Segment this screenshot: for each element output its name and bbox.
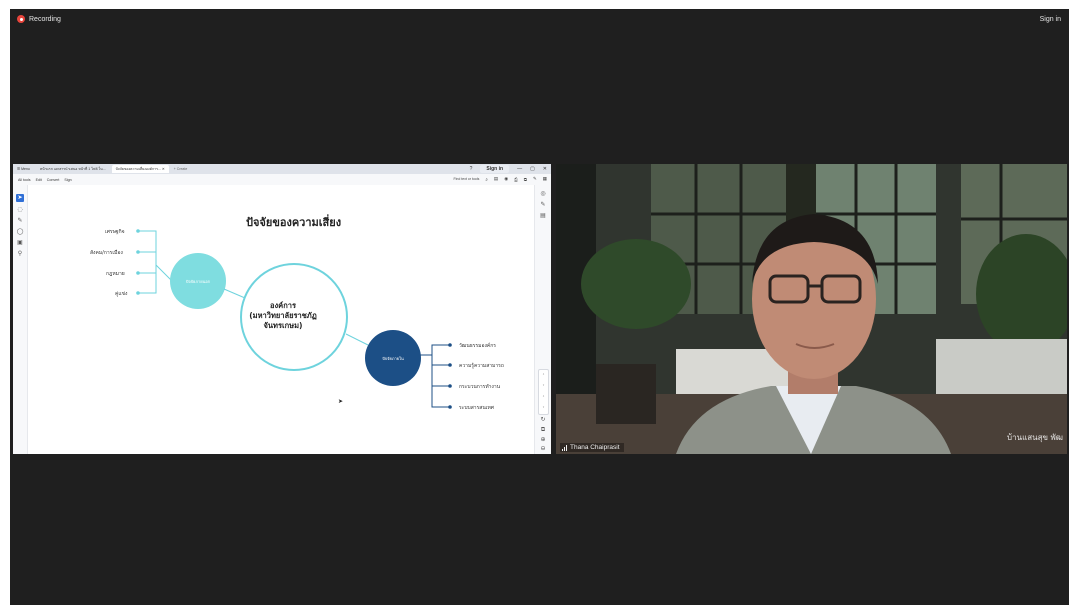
window-controls: ? Sign in — ▢ ✕ — [470, 165, 547, 173]
internal-item-4: ระบบสารสนเทศ — [459, 405, 494, 411]
zoom-out-icon[interactable]: ⊖ — [539, 445, 547, 453]
rotate-icon[interactable]: ↻ — [539, 416, 547, 424]
right-toolbar: ◎ ✎ ▤ ˄ ˅ ˄ ˅ ↻ ⧉ ⊕ ⊖ — [534, 185, 551, 454]
external-item-4: คู่แข่ง — [115, 291, 128, 297]
tab-document-1[interactable]: หน้าแรก เอกสารนำเสนอ หน้าที่ 1 ไฟล์ ใน..… — [36, 165, 110, 173]
external-item-2: สังคม/การเมือง — [90, 250, 123, 256]
menu-all-tools[interactable]: All tools — [18, 178, 31, 182]
center-node-line-2: (มหาวิทยาลัยราชภัฏ — [249, 311, 317, 320]
internal-item-1: วัฒนธรรมองค์กร — [459, 343, 496, 349]
signal-bars-icon — [562, 444, 567, 451]
fit-page-icon[interactable]: ⧉ — [539, 426, 547, 434]
slide-title: ปัจจัยของความเสี่ยง — [246, 216, 342, 229]
external-node-label: ปัจจัยภายนอก — [185, 279, 211, 284]
read-aloud-icon[interactable]: ◉ — [504, 176, 508, 182]
help-icon[interactable]: ? — [470, 166, 473, 172]
comment-panel-icon[interactable]: ◎ — [539, 190, 547, 198]
participant-name-tag: Thana Chaiprasit — [560, 443, 624, 452]
external-item-1: เศรษฐกิจ — [105, 229, 125, 235]
video-background-text: บ้านแสนสุข พัฒ — [1007, 433, 1063, 442]
meeting-window: Recording Sign in ☰ Menu หน้าแรก เอกสารน… — [10, 9, 1069, 605]
page-down-icon[interactable]: ˅ — [539, 381, 548, 392]
save-icon[interactable]: ⧉ — [524, 177, 527, 182]
center-node-line-3: จันทรเกษม) — [263, 321, 303, 330]
menu-edit[interactable]: Edit — [36, 178, 42, 182]
center-node-line-1: องค์การ — [270, 301, 296, 310]
app-sign-in-button[interactable]: Sign in — [480, 165, 510, 173]
page-view-icon[interactable]: ▤ — [494, 176, 498, 182]
tab-create[interactable]: + Create — [171, 165, 191, 173]
presentation-slide: ปัจจัยของความเสี่ยง เศรษฐกิจ สังคม/การเม… — [28, 185, 535, 454]
participant-name: Thana Chaiprasit — [570, 444, 620, 451]
menu-sign[interactable]: Sign — [64, 178, 71, 182]
browser-tab-bar: ☰ Menu หน้าแรก เอกสารนำเสนอ หน้าที่ 1 ไฟ… — [13, 164, 551, 174]
page-first-icon[interactable]: ˄ — [539, 392, 548, 403]
maximize-icon[interactable]: ▢ — [530, 166, 535, 172]
left-toolbar: ➤ ◌ ✎ ◯ ▣ ⚲ — [13, 185, 28, 454]
participant-video: บ้านแสนสุข พัฒ Thana Chaiprasit — [556, 164, 1067, 454]
video-frame — [556, 164, 1067, 454]
find-text-field[interactable]: Find text or tools — [454, 177, 480, 181]
search-icon[interactable]: ⌕ — [485, 177, 488, 182]
tab-menu[interactable]: ☰ Menu — [13, 165, 34, 173]
edit-pen-icon[interactable]: ✎ — [533, 176, 537, 182]
shared-screen: ☰ Menu หน้าแรก เอกสารนำเสนอ หน้าที่ 1 ไฟ… — [13, 164, 551, 454]
internal-node-label: ปัจจัยภายใน — [382, 356, 404, 361]
internal-item-3: กระบวนการทำงาน — [459, 384, 501, 390]
external-item-3: กฎหมาย — [106, 271, 125, 277]
internal-item-2: ความรู้ความสามารถ — [459, 363, 504, 369]
select-pointer-icon[interactable]: ➤ — [16, 194, 24, 202]
tab-document-2[interactable]: ปัจจัยของความเสี่ยงองค์การ... ✕ — [111, 165, 169, 173]
close-window-icon[interactable]: ✕ — [543, 166, 547, 172]
print-icon[interactable]: ⎙ — [514, 177, 518, 182]
page-navigator[interactable]: ˄ ˅ ˄ ˅ — [538, 369, 549, 415]
menu-more-icon[interactable]: ▦ — [543, 176, 547, 182]
zoom-in-icon[interactable]: ⊕ — [539, 436, 547, 444]
page-up-icon[interactable]: ˄ — [539, 370, 548, 381]
edit-panel-icon[interactable]: ✎ — [539, 201, 547, 209]
close-tab-icon[interactable]: ✕ — [161, 167, 165, 171]
recording-label: Recording — [29, 15, 61, 23]
minimize-icon[interactable]: — — [517, 166, 522, 172]
mouse-cursor-icon: ➤ — [338, 398, 344, 405]
stamp-icon[interactable]: ⚲ — [16, 250, 24, 258]
highlight-pen-icon[interactable]: ✎ — [16, 217, 24, 225]
comment-icon[interactable]: ◌ — [16, 206, 24, 214]
meeting-topbar: Recording Sign in — [10, 9, 1069, 31]
pages-panel-icon[interactable]: ▤ — [539, 212, 547, 220]
lasso-icon[interactable]: ◯ — [16, 228, 24, 236]
text-box-icon[interactable]: ▣ — [16, 239, 24, 247]
menubar-tools: Find text or tools ⌕ ▤ ◉ ⎙ ⧉ ✎ ▦ — [454, 176, 547, 182]
menu-convert[interactable]: Convert — [47, 178, 60, 182]
sign-in-button[interactable]: Sign in — [1040, 16, 1061, 23]
recording-indicator: Recording — [17, 15, 61, 23]
page-last-icon[interactable]: ˅ — [539, 403, 548, 414]
center-node-text: องค์การ (มหาวิทยาลัยราชภัฏ จันทรเกษม) — [233, 301, 333, 331]
record-dot-icon — [17, 15, 25, 23]
